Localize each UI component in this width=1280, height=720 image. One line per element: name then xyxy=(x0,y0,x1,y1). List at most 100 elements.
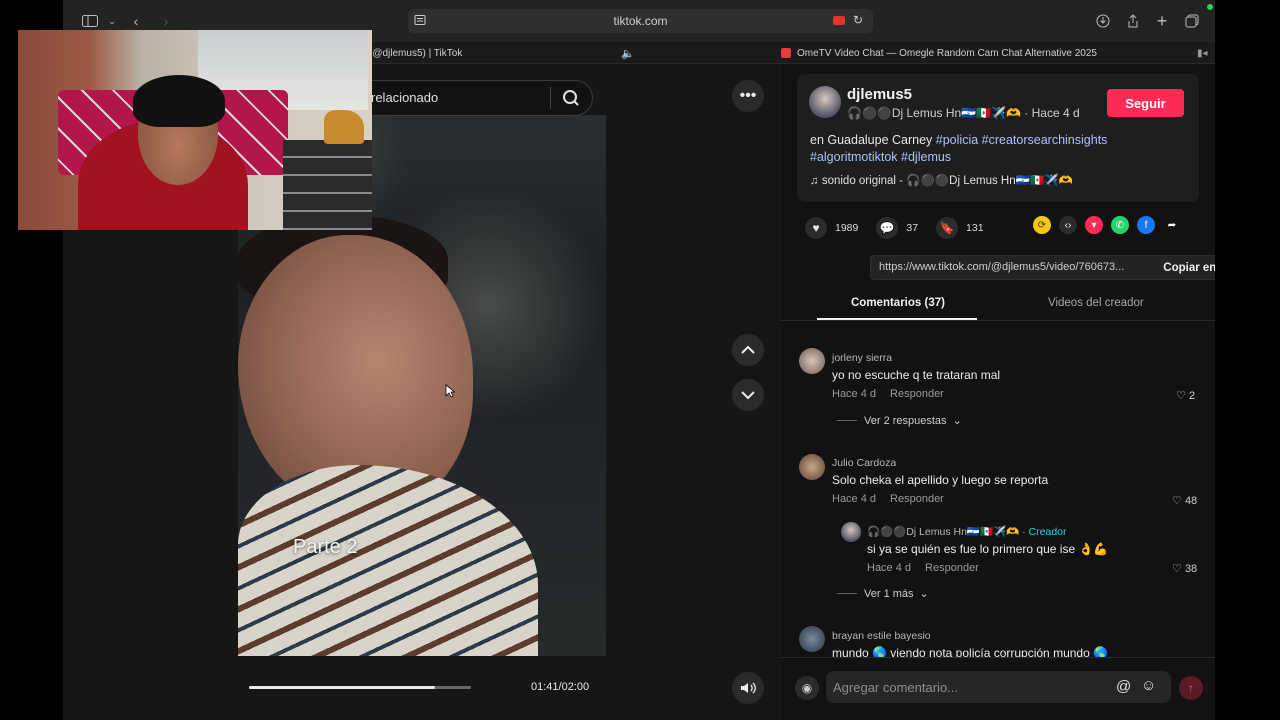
send-to-friends-icon[interactable]: ▾ xyxy=(1085,216,1103,234)
tab-creator-videos[interactable]: Videos del creador xyxy=(1048,297,1144,309)
commenter-name[interactable]: brayan estile bayesio xyxy=(832,630,1108,642)
chevron-down-icon[interactable]: ⌄ xyxy=(101,10,123,32)
comment-count: 37 xyxy=(906,222,919,234)
previous-video-icon[interactable] xyxy=(732,334,764,366)
tab-ometv-label: OmeTV Video Chat — Omegle Random Cam Cha… xyxy=(797,47,1097,59)
download-icon[interactable] xyxy=(1092,10,1114,32)
comment-composer: ◉ Agregar comentario... @ ☺ ↑ xyxy=(781,657,1215,720)
more-options-icon[interactable]: ••• xyxy=(732,80,764,112)
search-icon[interactable] xyxy=(559,86,583,110)
heart-icon: ♥ xyxy=(805,217,827,239)
back-icon[interactable]: ‹ xyxy=(125,10,147,32)
comment-like[interactable]: ♡ 2 xyxy=(1176,389,1195,402)
tab-overview-icon[interactable] xyxy=(1181,10,1203,32)
screen: ⌄ ‹ › tiktok.com ↻ + (@djlemus5) | TikTo… xyxy=(0,0,1280,720)
creator-badge: Creador xyxy=(1028,526,1067,538)
commenter-name[interactable]: Julio Cardoza xyxy=(832,457,1048,469)
tab-ometv[interactable]: OmeTV Video Chat — Omegle Random Cam Cha… xyxy=(781,42,1097,64)
address-bar[interactable]: tiktok.com ↻ xyxy=(408,9,873,33)
whatsapp-icon[interactable]: ✆ xyxy=(1111,216,1129,234)
post-time: Hace 4 d xyxy=(1031,106,1080,120)
heart-outline-icon: ♡ xyxy=(1172,563,1182,575)
post-description: en Guadalupe Carney #policia #creatorsea… xyxy=(810,132,1190,166)
music-note-icon: ♫ xyxy=(810,175,822,187)
author-avatar[interactable] xyxy=(809,86,841,118)
active-tab-indicator xyxy=(817,318,977,320)
comment-meta: Hace 4 d Responder xyxy=(832,388,1000,400)
view-more-replies[interactable]: Ver 1 más ⌄ xyxy=(837,587,929,600)
commenter-avatar[interactable] xyxy=(799,626,825,652)
video-progress-bar[interactable] xyxy=(249,686,471,689)
comment-icon: 💬 xyxy=(876,217,899,239)
tab-tiktok[interactable]: (@djlemus5) | TikTok xyxy=(369,42,462,64)
list-item: brayan estile bayesio mundo 🌎 viendo not… xyxy=(832,630,1108,657)
camera-icon: ▮◂ xyxy=(1197,47,1208,59)
next-video-icon[interactable] xyxy=(732,379,764,411)
comment-button[interactable]: 💬 37 xyxy=(876,217,918,239)
emoji-icon[interactable]: ☺ xyxy=(1141,677,1156,694)
video-overlay-text: Parte 2 xyxy=(293,536,358,558)
comment-like[interactable]: ♡ 48 xyxy=(1172,494,1197,507)
new-tab-icon[interactable]: + xyxy=(1151,10,1173,32)
replies-line xyxy=(837,420,857,421)
hashtag-link[interactable]: #djlemus xyxy=(901,150,951,164)
hashtag-link[interactable]: #creatorsearchinsights xyxy=(982,133,1108,147)
webcam-boot xyxy=(324,110,364,144)
commenter-name: 🎧⚫⚫Dj Lemus Hn🇸🇻🇲🇽✈️🫶 · Creador xyxy=(867,526,1067,538)
like-button[interactable]: ♥ 1989 xyxy=(805,217,858,239)
save-button[interactable]: 🔖 131 xyxy=(936,217,984,239)
sidebar-toggle-icon[interactable] xyxy=(79,10,101,32)
list-item: jorleny sierra yo no escuche q te tratar… xyxy=(832,352,1000,400)
reply-link[interactable]: Responder xyxy=(890,388,944,400)
facebook-icon[interactable]: f xyxy=(1137,216,1155,234)
tab-mute-icon[interactable]: 🔈 xyxy=(621,42,635,64)
comment-time: Hace 4 d xyxy=(867,562,912,574)
chevron-down-icon: ⌄ xyxy=(919,588,929,600)
commenter-name[interactable]: jorleny sierra xyxy=(832,352,1000,364)
reply-link[interactable]: Responder xyxy=(890,493,944,505)
forward-icon[interactable]: › xyxy=(155,10,177,32)
reply-link[interactable]: Responder xyxy=(925,562,979,574)
ometv-favicon-icon xyxy=(781,48,791,58)
repost-icon[interactable]: ⟳ xyxy=(1033,216,1051,234)
comment-like[interactable]: ♡ 38 xyxy=(1172,562,1197,575)
commenter-avatar[interactable] xyxy=(799,454,825,480)
comment-meta: Hace 4 d Responder xyxy=(867,562,1108,574)
send-icon[interactable]: ↑ xyxy=(1179,676,1203,700)
webcam-person-hair xyxy=(133,75,225,127)
author-subline: 🎧⚫⚫Dj Lemus Hn🇸🇻🇲🇽✈️🫶 · Hace 4 d xyxy=(847,106,1080,120)
commenter-avatar[interactable] xyxy=(799,348,825,374)
creator-avatar[interactable] xyxy=(841,522,861,542)
copy-link-button[interactable]: Copiar enlace xyxy=(1151,256,1215,279)
embed-icon[interactable]: ‹› xyxy=(1059,216,1077,234)
comment-text: mundo 🌎 viendo nota policía corrupción m… xyxy=(832,646,1109,657)
share-icon[interactable] xyxy=(1122,10,1144,32)
share-arrow-icon[interactable]: ➦ xyxy=(1163,216,1181,234)
view-replies[interactable]: Ver 2 respuestas ⌄ xyxy=(837,414,962,427)
mention-icon[interactable]: @ xyxy=(1116,678,1131,695)
follow-button[interactable]: Seguir xyxy=(1107,89,1184,117)
tab-tiktok-label: (@djlemus5) | TikTok xyxy=(369,47,463,59)
hashtag-link[interactable]: #algoritmotiktok xyxy=(810,150,898,164)
details-panel: djlemus5 🎧⚫⚫Dj Lemus Hn🇸🇻🇲🇽✈️🫶 · Hace 4 … xyxy=(781,64,1215,720)
creator-name[interactable]: 🎧⚫⚫Dj Lemus Hn🇸🇻🇲🇽✈️🫶 xyxy=(867,526,1019,538)
save-count: 131 xyxy=(966,222,984,234)
reload-icon[interactable]: ↻ xyxy=(853,13,863,27)
volume-icon[interactable] xyxy=(732,672,764,704)
tab-comments[interactable]: Comentarios (37) xyxy=(851,297,945,309)
hashtag-link[interactable]: #policia xyxy=(936,133,978,147)
view-more-label: Ver 1 más xyxy=(864,587,914,600)
post-card: djlemus5 🎧⚫⚫Dj Lemus Hn🇸🇻🇲🇽✈️🫶 · Hace 4 … xyxy=(797,74,1199,202)
action-bar: ♥ 1989 💬 37 🔖 131 xyxy=(805,216,1002,240)
comment-meta: Hace 4 d Responder xyxy=(832,493,1048,505)
mouse-cursor-icon xyxy=(445,384,455,398)
author-username[interactable]: djlemus5 xyxy=(847,86,912,103)
heart-outline-icon: ♡ xyxy=(1176,390,1186,402)
comment-placeholder: Agregar comentario... xyxy=(833,680,959,695)
heart-outline-icon: ♡ xyxy=(1172,495,1182,507)
chevron-down-icon: ⌄ xyxy=(952,415,962,427)
video-link[interactable]: https://www.tiktok.com/@djlemus5/video/7… xyxy=(879,261,1149,273)
subline-dot: · xyxy=(1024,106,1032,120)
sound-link[interactable]: ♫ sonido original - 🎧⚫⚫Dj Lemus Hn🇸🇻🇲🇽✈️… xyxy=(810,173,1073,187)
reader-icon[interactable] xyxy=(414,14,426,26)
